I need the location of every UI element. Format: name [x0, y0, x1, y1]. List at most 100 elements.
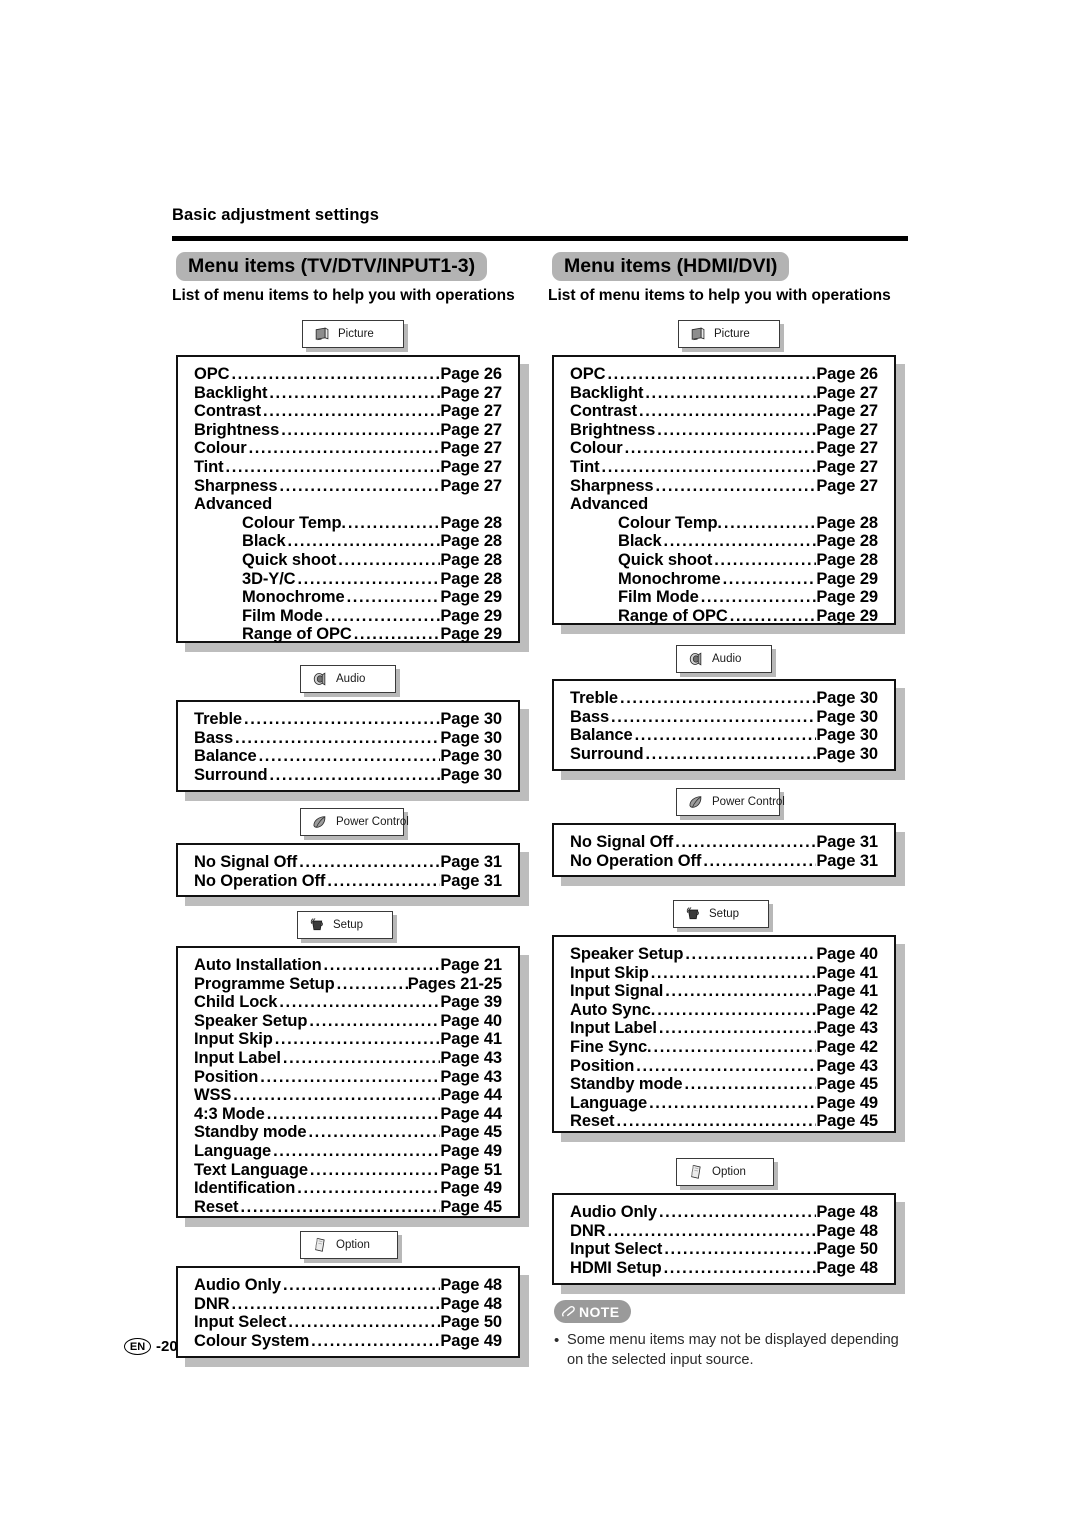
menu-tab-power-control[interactable]: Power Control: [676, 788, 785, 816]
menu-item-label: Sharpness: [570, 476, 654, 495]
leader-dots: ........................................…: [634, 726, 817, 745]
leader-dots: ........................................…: [269, 383, 440, 402]
menu-item-row: DNR.....................................…: [570, 1222, 878, 1241]
menu-item-label: DNR: [194, 1294, 230, 1313]
menu-item-page-ref: Page 49: [816, 1093, 878, 1112]
menu-item-row: Input Signal............................…: [570, 982, 878, 1001]
menu-item-page-ref: Page 30: [440, 710, 502, 728]
leader-dots: ........................................…: [663, 532, 817, 551]
menu-item-page-ref: Page 30: [440, 728, 502, 747]
menu-item-label: Auto Sync.: [570, 1000, 656, 1019]
picture-icon: [689, 325, 707, 343]
menu-item-page-ref: Page 43: [440, 1048, 502, 1067]
leader-dots: ........................................…: [624, 439, 817, 458]
menu-item-label: Position: [194, 1067, 259, 1086]
menu-item-row: OPC.....................................…: [570, 365, 878, 384]
menu-item-row: DNR.....................................…: [194, 1295, 502, 1314]
menu-item-page-ref: Page 27: [816, 439, 878, 458]
menu-item-row: Colour Temp.............................…: [570, 514, 878, 533]
leader-dots: ........................................…: [700, 588, 817, 607]
leader-dots: ........................................…: [283, 1276, 440, 1294]
leader-dots: ........................................…: [639, 402, 816, 421]
leader-dots: ........................................…: [645, 383, 816, 402]
menu-item-row: Advanced................................…: [570, 495, 878, 514]
menu-item-row: Standby mode............................…: [570, 1075, 878, 1094]
menu-item-label: No Signal Off: [570, 833, 674, 851]
menu-item-row: Auto Sync...............................…: [570, 1001, 878, 1020]
menu-box-setup: Auto Installation.......................…: [176, 946, 520, 1218]
menu-item-page-ref: Page 39: [440, 993, 502, 1012]
menu-item-page-ref: Page 41: [816, 982, 878, 1001]
menu-item-page-ref: Page 27: [816, 383, 878, 402]
leader-dots: ........................................…: [288, 1313, 441, 1332]
leader-dots: ........................................…: [336, 974, 408, 993]
leader-dots: ........................................…: [607, 365, 816, 383]
menu-item-row: Input Skip..............................…: [570, 964, 878, 983]
menu-item-page-ref: Page 49: [440, 1141, 502, 1160]
menu-tab-audio[interactable]: Audio: [300, 665, 396, 693]
menu-tab-setup[interactable]: Setup: [297, 911, 393, 939]
leaf-icon: [311, 813, 329, 831]
menu-tab-option[interactable]: Option: [300, 1231, 398, 1259]
menu-item-page-ref: Page 43: [440, 1067, 502, 1086]
menu-item-label: Tint: [194, 457, 224, 476]
menu-item-page-ref: Page 27: [440, 383, 502, 402]
leader-dots: ........................................…: [346, 588, 441, 607]
menu-item-page-ref: Page 50: [440, 1313, 502, 1332]
menu-item-page-ref: Page 30: [440, 747, 502, 766]
menu-item-row: Sharpness...............................…: [194, 477, 502, 496]
menu-box-option: Audio Only..............................…: [176, 1266, 520, 1358]
menu-item-page-ref: Page 49: [440, 1179, 502, 1198]
menu-item-row: Colour..................................…: [194, 439, 502, 458]
leader-dots: ........................................…: [231, 365, 440, 383]
menu-tab-audio[interactable]: Audio: [676, 645, 772, 673]
menu-item-row: Reset...................................…: [194, 1198, 502, 1217]
menu-item-page-ref: Page 26: [816, 365, 878, 383]
menu-item-row: No Operation Off........................…: [194, 872, 502, 891]
menu-item-row: Film Mode...............................…: [570, 588, 878, 607]
menu-tab-label: Option: [336, 1239, 370, 1251]
setup-icon: [308, 916, 326, 934]
menu-item-page-ref: Page 29: [816, 588, 878, 607]
menu-item-page-ref: Page 28: [440, 513, 502, 532]
leader-dots: ........................................…: [299, 853, 440, 871]
menu-item-page-ref: Page 31: [816, 851, 878, 870]
note-text: Some menu items may not be displayed dep…: [567, 1332, 899, 1368]
menu-tab-power-control[interactable]: Power Control: [300, 808, 409, 836]
menu-item-row: Colour..................................…: [570, 439, 878, 458]
menu-item-page-ref: Page 45: [440, 1123, 502, 1142]
leader-dots: ........................................…: [311, 1331, 440, 1350]
menu-item-page-ref: Page 48: [440, 1276, 502, 1294]
menu-item-label: No Operation Off: [194, 871, 326, 890]
menu-item-row: Speaker Setup...........................…: [570, 945, 878, 964]
menu-item-label: Sharpness: [194, 476, 278, 495]
menu-item-page-ref: Page 28: [440, 569, 502, 588]
menu-item-row: 3D-Y/C..................................…: [194, 570, 502, 589]
menu-item-row: Input Select............................…: [570, 1240, 878, 1259]
menu-tab-picture[interactable]: Picture: [302, 320, 404, 348]
speaker-icon: [687, 650, 705, 668]
menu-item-page-ref: Page 43: [816, 1056, 878, 1075]
leader-dots: ........................................…: [636, 1056, 817, 1075]
menu-tab-option[interactable]: Option: [676, 1158, 774, 1186]
menu-item-label: Tint: [570, 457, 600, 476]
header-rule: [172, 236, 908, 241]
menu-tab-label: Picture: [338, 328, 374, 340]
menu-item-row: Language................................…: [570, 1094, 878, 1113]
menu-box-power-control: No Signal Off...........................…: [176, 843, 520, 897]
menu-item-page-ref: Page 49: [440, 1331, 502, 1350]
leader-dots: ........................................…: [235, 728, 440, 747]
menu-tab-picture[interactable]: Picture: [678, 320, 780, 348]
leader-dots: ........................................…: [659, 1203, 816, 1221]
menu-item-label: Quick shoot: [618, 550, 713, 569]
page-number: -20: [156, 1338, 178, 1355]
menu-item-row: Balance.................................…: [570, 726, 878, 745]
column-subtitle-left: List of menu items to help you with oper…: [172, 287, 515, 304]
menu-item-label: Language: [194, 1141, 272, 1160]
leader-dots: ........................................…: [729, 606, 817, 625]
menu-item-row: Bass....................................…: [194, 729, 502, 748]
menu-item-row: Fine Sync...............................…: [570, 1038, 878, 1057]
menu-tab-setup[interactable]: Setup: [673, 900, 769, 928]
menu-item-row: Surround................................…: [194, 766, 502, 785]
menu-item-page-ref: Page 29: [440, 588, 502, 607]
